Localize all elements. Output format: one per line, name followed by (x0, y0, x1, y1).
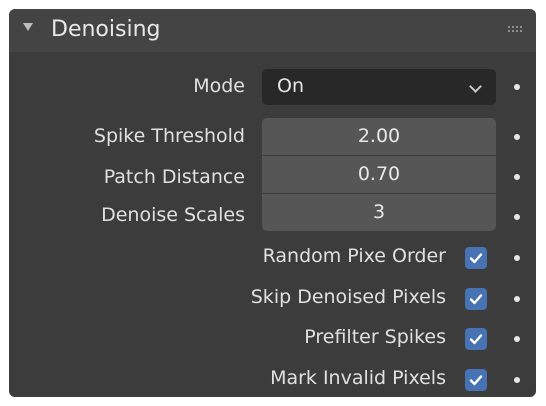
checkmark-icon (469, 294, 483, 305)
denoise-scales-value: 3 (372, 201, 386, 223)
denoise-scales-field[interactable]: 3 (262, 194, 496, 231)
mode-label: Mode (193, 75, 245, 97)
skip-denoised-pixels-label[interactable]: Skip Denoised Pixels (251, 286, 446, 308)
animate-property-dot-icon[interactable] (514, 84, 520, 90)
spike-threshold-value: 2.00 (357, 125, 401, 147)
patch-distance-field[interactable]: 0.70 (262, 156, 496, 193)
checkmark-icon (469, 253, 483, 264)
mark-invalid-pixels-checkbox[interactable] (465, 369, 487, 391)
mark-invalid-pixels-label[interactable]: Mark Invalid Pixels (270, 367, 446, 389)
checkmark-icon (469, 375, 483, 386)
spike-threshold-field[interactable]: 2.00 (262, 118, 496, 155)
panel-header[interactable]: Denoising (9, 9, 536, 52)
panel-title: Denoising (51, 17, 161, 42)
denoising-panel: Denoising Mode On Spike Threshold 2.00 P… (9, 9, 536, 397)
random-pixel-order-checkbox[interactable] (465, 247, 487, 269)
drag-handle-icon[interactable] (508, 26, 524, 34)
skip-denoised-pixels-checkbox[interactable] (465, 288, 487, 310)
mode-value: On (277, 75, 304, 97)
denoise-scales-label: Denoise Scales (101, 204, 245, 226)
animate-property-dot-icon[interactable] (514, 336, 520, 342)
patch-distance-value: 0.70 (357, 163, 401, 185)
disclosure-triangle-icon[interactable] (23, 23, 33, 31)
animate-property-dot-icon[interactable] (514, 296, 520, 302)
animate-property-dot-icon[interactable] (514, 174, 520, 180)
mode-dropdown[interactable]: On (262, 69, 496, 105)
chevron-down-icon (469, 80, 482, 93)
random-pixel-order-label[interactable]: Random Pixe Order (263, 245, 446, 267)
prefilter-spikes-checkbox[interactable] (465, 328, 487, 350)
animate-property-dot-icon[interactable] (514, 255, 520, 261)
patch-distance-label: Patch Distance (103, 166, 245, 188)
checkmark-icon (469, 334, 483, 345)
animate-property-dot-icon[interactable] (514, 377, 520, 383)
animate-property-dot-icon[interactable] (514, 214, 520, 220)
spike-threshold-label: Spike Threshold (93, 125, 245, 147)
animate-property-dot-icon[interactable] (514, 134, 520, 140)
prefilter-spikes-label[interactable]: Prefilter Spikes (304, 326, 446, 348)
